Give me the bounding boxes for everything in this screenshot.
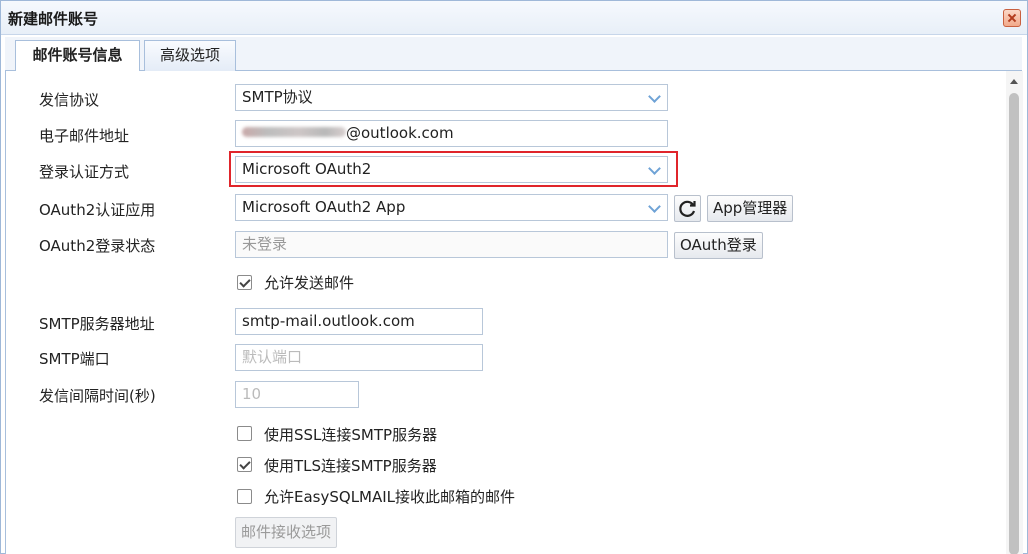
send-interval-input[interactable]: 10 <box>235 381 359 408</box>
refresh-icon <box>679 200 696 217</box>
auth-method-label: 登录认证方式 <box>39 163 130 181</box>
scrollbar-thumb[interactable] <box>1009 93 1019 554</box>
highlight-box <box>229 151 678 187</box>
refresh-button[interactable] <box>674 195 701 222</box>
email-label: 电子邮件地址 <box>39 127 130 145</box>
protocol-label: 发信协议 <box>39 91 100 109</box>
smtp-port-input[interactable]: 默认端口 <box>235 344 483 371</box>
smtp-server-value: smtp-mail.outlook.com <box>242 312 415 330</box>
oauth-app-select[interactable]: Microsoft OAuth2 App <box>235 194 668 221</box>
smtp-port-label: SMTP端口 <box>39 350 110 368</box>
tab-account-info[interactable]: 邮件账号信息 <box>15 40 140 72</box>
oauth-status-value: 未登录 <box>242 235 288 253</box>
email-domain: @outlook.com <box>346 124 454 142</box>
oauth-login-button[interactable]: OAuth登录 <box>674 232 763 259</box>
send-interval-placeholder: 10 <box>242 385 262 403</box>
allow-send-label: 允许发送邮件 <box>264 274 355 292</box>
smtp-port-placeholder: 默认端口 <box>242 348 303 366</box>
use-ssl-checkbox[interactable] <box>237 426 252 441</box>
oauth-status-field: 未登录 <box>235 231 668 258</box>
dialog-title: 新建邮件账号 <box>8 10 99 28</box>
app-manager-button[interactable]: App管理器 <box>707 195 794 222</box>
tab-strip: 邮件账号信息 高级选项 <box>5 37 1022 72</box>
protocol-select[interactable]: SMTP协议 <box>235 84 668 111</box>
tab-advanced-options[interactable]: 高级选项 <box>144 40 236 71</box>
oauth-app-value: Microsoft OAuth2 App <box>242 198 406 216</box>
allow-send-checkbox[interactable] <box>237 275 252 290</box>
oauth-app-label: OAuth2认证应用 <box>39 201 156 219</box>
smtp-server-label: SMTP服务器地址 <box>39 315 155 333</box>
use-tls-checkbox[interactable] <box>237 457 252 472</box>
email-input[interactable]: @outlook.com <box>235 120 668 147</box>
dialog-window: 新建邮件账号 邮件账号信息 高级选项 发信协议 SMTP协议 电子邮件地址 @o… <box>0 0 1028 554</box>
title-bar: 新建邮件账号 <box>1 1 1027 35</box>
oauth-status-label: OAuth2登录状态 <box>39 237 156 255</box>
chevron-down-icon[interactable] <box>643 85 667 110</box>
close-icon[interactable] <box>1003 9 1021 27</box>
chevron-down-icon[interactable] <box>643 195 667 220</box>
send-interval-label: 发信间隔时间(秒) <box>39 387 156 405</box>
smtp-server-input[interactable]: smtp-mail.outlook.com <box>235 308 483 335</box>
protocol-value: SMTP协议 <box>242 88 313 106</box>
allow-receive-checkbox[interactable] <box>237 489 252 504</box>
allow-receive-label: 允许EasySQLMAIL接收此邮箱的邮件 <box>264 488 516 506</box>
scroll-up-icon[interactable] <box>1006 72 1023 89</box>
redacted-username <box>242 127 346 137</box>
use-tls-label: 使用TLS连接SMTP服务器 <box>264 457 437 475</box>
receive-options-button[interactable]: 邮件接收选项 <box>235 517 338 548</box>
use-ssl-label: 使用SSL连接SMTP服务器 <box>264 426 438 444</box>
